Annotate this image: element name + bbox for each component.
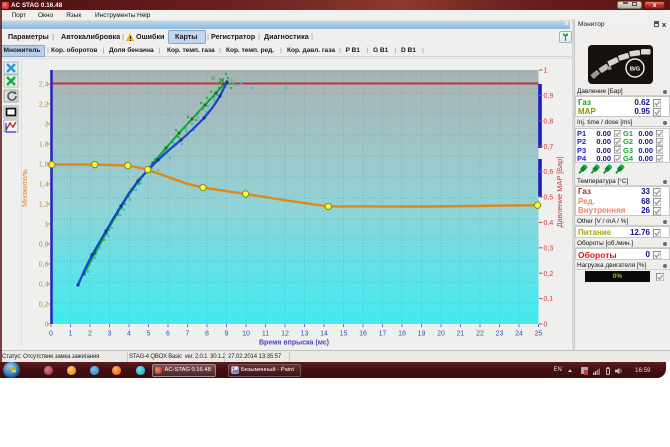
svg-text:B/G: B/G bbox=[630, 67, 641, 73]
